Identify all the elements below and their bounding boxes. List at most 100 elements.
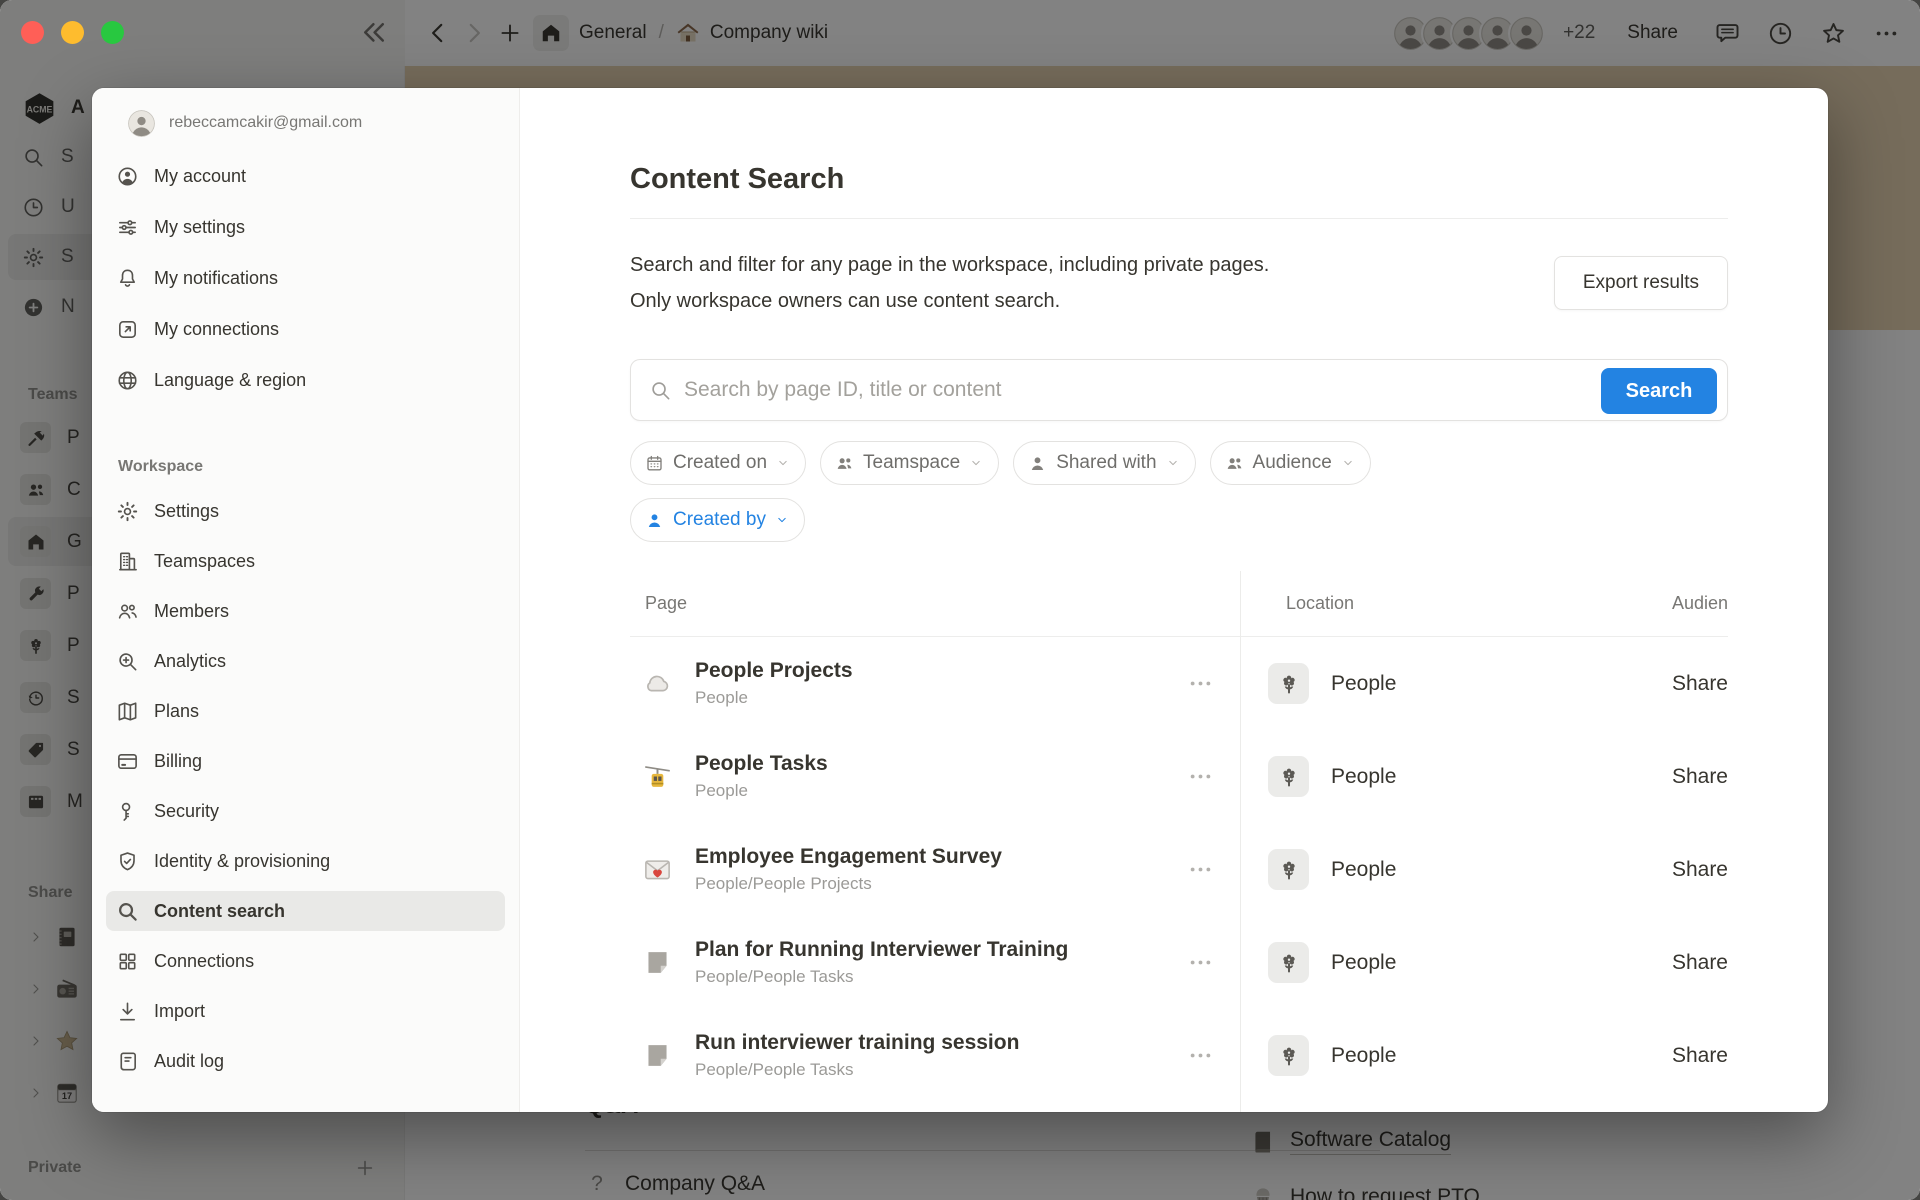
table-row[interactable]: People Tasks People People Share: [630, 730, 1728, 823]
page-cell: Employee Engagement Survey People/People…: [630, 845, 1240, 894]
menu-item-icon: [116, 700, 139, 723]
panel-title: Content Search: [630, 162, 1728, 196]
settings-menu-item[interactable]: Security: [106, 791, 505, 831]
row-more-icon[interactable]: [1187, 763, 1214, 790]
page-icon: [642, 947, 673, 978]
menu-item-icon: [116, 600, 139, 623]
location-cell: People: [1240, 663, 1396, 704]
filter-chip[interactable]: Shared with: [1013, 441, 1195, 485]
filter-chips-row2: Created by: [630, 498, 1728, 542]
menu-item-label: My account: [154, 166, 246, 187]
settings-menu-item[interactable]: My settings: [106, 207, 505, 247]
location-tile: [1268, 1035, 1309, 1076]
settings-menu: rebeccamcakir@gmail.com My account My se…: [92, 88, 520, 1112]
filter-label: Created on: [673, 452, 767, 474]
search-placeholder: Search by page ID, title or content: [684, 378, 1002, 402]
row-more-icon[interactable]: [1187, 670, 1214, 697]
menu-item-label: Audit log: [154, 1051, 224, 1072]
account-avatar: [128, 110, 155, 137]
filter-icon: [645, 511, 664, 530]
location-label: People: [1331, 672, 1396, 696]
menu-item-icon: [116, 650, 139, 673]
settings-menu-item[interactable]: Members: [106, 591, 505, 631]
filter-chips: Created on Teamspace Shared with Audienc…: [630, 441, 1728, 485]
menu-item-label: My notifications: [154, 268, 278, 289]
export-results-button[interactable]: Export results: [1554, 256, 1728, 310]
workspace-section-label: Workspace: [92, 448, 519, 476]
audience-value: Share: [1672, 858, 1728, 882]
page-icon: [642, 854, 673, 885]
settings-menu-item[interactable]: Language & region: [106, 360, 505, 400]
filter-icon: [835, 454, 854, 473]
zoom-window-button[interactable]: [101, 21, 124, 44]
results-table: Page Location Audien People Projects Peo…: [630, 571, 1728, 1112]
menu-item-icon: [116, 267, 139, 290]
page-cell: People Tasks People: [630, 752, 1240, 801]
table-row[interactable]: Plan for Running Interviewer Training Pe…: [630, 916, 1728, 1009]
table-row[interactable]: Run interviewer training session People/…: [630, 1009, 1728, 1102]
settings-menu-item[interactable]: Analytics: [106, 641, 505, 681]
menu-item-icon: [116, 216, 139, 239]
page-path: People: [695, 688, 853, 708]
filter-chip[interactable]: Teamspace: [820, 441, 999, 485]
page-title: Plan for Running Interviewer Training: [695, 938, 1068, 962]
filter-label: Audience: [1253, 452, 1332, 474]
chevron-down-icon: [1166, 456, 1180, 470]
search-icon: [649, 379, 672, 402]
filter-icon: [1028, 454, 1047, 473]
table-body: People Projects People People Share: [630, 637, 1728, 1102]
row-more-icon[interactable]: [1187, 856, 1214, 883]
column-header-location: Location: [1240, 593, 1354, 614]
page-title: People Projects: [695, 659, 853, 683]
teamspace-flower-icon: [1277, 1044, 1301, 1068]
close-window-button[interactable]: [21, 21, 44, 44]
menu-item-icon: [116, 1050, 139, 1073]
row-more-icon[interactable]: [1187, 1042, 1214, 1069]
menu-item-icon: [116, 1000, 139, 1023]
search-input[interactable]: Search by page ID, title or content Sear…: [630, 359, 1728, 421]
table-row[interactable]: People Projects People People Share: [630, 637, 1728, 730]
table-header: Page Location Audien: [630, 571, 1728, 637]
settings-menu-item[interactable]: Plans: [106, 691, 505, 731]
search-button[interactable]: Search: [1601, 368, 1717, 414]
location-cell: People: [1240, 1035, 1396, 1076]
menu-item-icon: [116, 550, 139, 573]
filter-icon: [645, 454, 664, 473]
panel-description: Search and filter for any page in the wo…: [630, 247, 1470, 319]
minimize-window-button[interactable]: [61, 21, 84, 44]
filter-chip[interactable]: Created by: [630, 498, 805, 542]
menu-item-icon: [116, 318, 139, 341]
filter-chip[interactable]: Created on: [630, 441, 806, 485]
teamspace-flower-icon: [1277, 765, 1301, 789]
settings-menu-item[interactable]: Teamspaces: [106, 541, 505, 581]
settings-menu-item[interactable]: My account: [106, 156, 505, 196]
settings-menu-item[interactable]: Import: [106, 991, 505, 1031]
page-path: People/People Tasks: [695, 967, 1068, 987]
settings-menu-item[interactable]: Audit log: [106, 1041, 505, 1081]
page-path: People/People Projects: [695, 874, 1002, 894]
page-title: Run interviewer training session: [695, 1031, 1019, 1055]
page-path: People/People Tasks: [695, 1060, 1019, 1080]
menu-item-label: My connections: [154, 319, 279, 340]
table-row[interactable]: Employee Engagement Survey People/People…: [630, 823, 1728, 916]
account-row: rebeccamcakir@gmail.com: [92, 110, 519, 136]
settings-menu-item[interactable]: Connections: [106, 941, 505, 981]
menu-item-icon: [116, 750, 139, 773]
filter-icon: [1225, 454, 1244, 473]
settings-menu-item[interactable]: My connections: [106, 309, 505, 349]
settings-menu-item[interactable]: Settings: [106, 491, 505, 531]
page-path: People: [695, 781, 828, 801]
menu-item-label: Content search: [154, 901, 285, 922]
menu-item-label: Security: [154, 801, 219, 822]
settings-menu-item[interactable]: My notifications: [106, 258, 505, 298]
menu-item-icon: [116, 950, 139, 973]
page-title: People Tasks: [695, 752, 828, 776]
settings-menu-item[interactable]: Billing: [106, 741, 505, 781]
filter-chip[interactable]: Audience: [1210, 441, 1371, 485]
settings-menu-item[interactable]: Identity & provisioning: [106, 841, 505, 881]
row-more-icon[interactable]: [1187, 949, 1214, 976]
location-cell: People: [1240, 756, 1396, 797]
audience-value: Share: [1672, 1044, 1728, 1068]
settings-menu-item[interactable]: Content search: [106, 891, 505, 931]
chevron-down-icon: [775, 513, 789, 527]
